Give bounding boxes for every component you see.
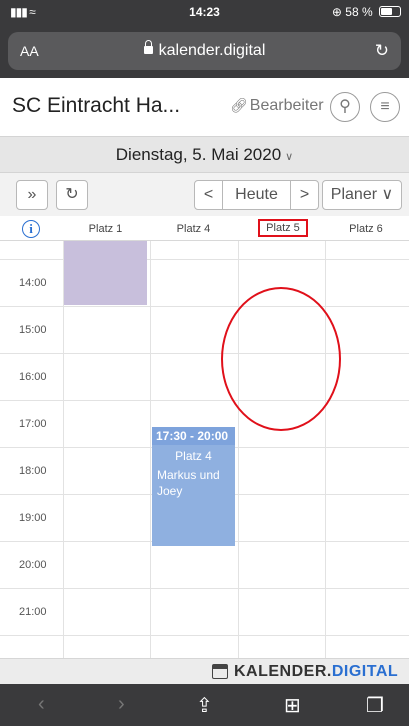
hour-line [0, 588, 409, 589]
booking-platz-1[interactable] [64, 241, 147, 305]
url-text: kalender.digital [158, 42, 266, 59]
expand-button[interactable]: » [16, 180, 48, 210]
date-navigation: < Heute > [194, 180, 319, 210]
link-icon: 🔗︎ [230, 97, 248, 113]
calendar-icon [212, 664, 228, 679]
current-date: Dienstag, 5. Mai 2020 [115, 145, 282, 164]
brand-text-part1: KALENDER. [234, 663, 332, 680]
info-icon[interactable]: i [22, 220, 40, 238]
menu-button[interactable]: ≡ [370, 92, 400, 122]
chevron-down-icon: ∨ [285, 151, 294, 163]
column-header-platz-6[interactable]: Platz 6 [326, 223, 406, 235]
previous-day-button[interactable]: < [195, 181, 223, 209]
column-divider [238, 241, 239, 658]
time-label: 14:00 [19, 277, 47, 289]
search-icon: ⚲ [339, 98, 351, 115]
brand-footer: KALENDER.DIGITAL [0, 658, 409, 684]
hour-line [0, 635, 409, 636]
today-button[interactable]: Heute [223, 181, 290, 209]
time-label: 19:00 [19, 512, 47, 524]
time-label: 21:00 [19, 606, 47, 618]
column-divider [325, 241, 326, 658]
view-select[interactable]: Planer ∨ [322, 180, 402, 210]
hour-line [0, 353, 409, 354]
editor-link[interactable]: 🔗︎ Bearbeiter [230, 97, 324, 115]
time-label: 17:00 [19, 418, 47, 430]
booking-title: Platz 4 [175, 449, 212, 463]
booking-text: Markus und Joey [157, 468, 220, 498]
schedule-grid[interactable]: 14:00 15:00 16:00 17:00 18:00 19:00 20:0… [0, 241, 409, 658]
share-icon[interactable]: ⇪ [196, 693, 213, 718]
url-field[interactable]: AA kalender.digital ↻ [8, 32, 401, 70]
booking-time: 17:30 - 20:00 [152, 427, 235, 445]
date-selector[interactable]: Dienstag, 5. Mai 2020 ∨ [0, 136, 409, 173]
hour-line [0, 259, 409, 260]
annotation-circle [221, 287, 341, 431]
column-divider [150, 241, 151, 658]
reload-icon[interactable]: ↻ [375, 41, 389, 61]
column-header-row: i Platz 1 Platz 4 Platz 5 Platz 6 [0, 217, 409, 241]
next-day-button[interactable]: > [290, 181, 318, 209]
refresh-button[interactable]: ↻ [56, 180, 88, 210]
time-label: 15:00 [19, 324, 47, 336]
calendar-toolbar: » ↻ < Heute > Planer ∨ [0, 173, 409, 216]
hour-line [0, 400, 409, 401]
browser-address-bar: AA kalender.digital ↻ [0, 24, 409, 78]
column-header-platz-4[interactable]: Platz 4 [152, 223, 235, 235]
browser-toolbar: ‹ › ⇪ ⊞ ❐ [0, 684, 409, 726]
time-label: 16:00 [19, 371, 47, 383]
column-header-platz-5[interactable]: Platz 5 [258, 219, 308, 237]
time-label: 18:00 [19, 465, 47, 477]
tabs-icon[interactable]: ❐ [366, 693, 384, 718]
hour-line [0, 306, 409, 307]
booking-platz-4[interactable]: 17:30 - 20:00 Platz 4 Markus und Joey [152, 427, 235, 546]
time-label: 20:00 [19, 559, 47, 571]
brand-logo[interactable]: KALENDER.DIGITAL [234, 663, 398, 681]
battery-text: ⊕ 58 % [331, 5, 373, 19]
lock-icon [143, 40, 153, 54]
page-title: SC Eintracht Ha... [12, 94, 181, 117]
hamburger-icon: ≡ [380, 98, 390, 115]
forward-icon[interactable]: › [118, 693, 125, 716]
back-icon[interactable]: ‹ [38, 693, 45, 716]
status-bar: ▮▮▮ ≈ 14:23 ⊕ 58 % [0, 0, 409, 24]
brand-text-part2: DIGITAL [331, 663, 399, 680]
editor-label: Bearbeiter [249, 97, 324, 114]
column-header-platz-1[interactable]: Platz 1 [64, 223, 147, 235]
battery-indicator: ⊕ 58 % [332, 5, 401, 19]
app-header: SC Eintracht Ha... 🔗︎ Bearbeiter ⚲ ≡ [0, 78, 409, 136]
search-button[interactable]: ⚲ [330, 92, 360, 122]
battery-icon [379, 6, 401, 17]
bookmarks-icon[interactable]: ⊞ [284, 693, 301, 718]
